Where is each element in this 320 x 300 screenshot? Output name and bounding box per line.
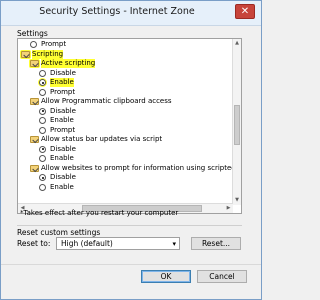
radio-unchecked-icon[interactable] xyxy=(39,88,46,96)
radio-checked-icon[interactable] xyxy=(39,79,46,86)
close-icon: ✕ xyxy=(240,6,250,17)
tree-item-label: Disable xyxy=(50,106,76,115)
reset-group-divider xyxy=(17,225,242,226)
radio-unchecked-icon[interactable] xyxy=(39,117,46,124)
restart-note: *Takes effect after you restart your com… xyxy=(20,209,179,217)
tree-item-label: Prompt xyxy=(41,40,67,48)
scroll-up-icon[interactable]: ▲ xyxy=(233,39,241,48)
radio-checked-icon[interactable] xyxy=(39,107,46,115)
radio-unchecked-icon[interactable] xyxy=(30,41,37,48)
tree-item-label: Scripting xyxy=(32,49,64,59)
tree-item-label: Disable xyxy=(50,173,76,181)
settings-folder-icon xyxy=(21,50,30,58)
settings-folder-icon xyxy=(30,136,39,143)
cancel-button[interactable]: Cancel xyxy=(197,270,247,283)
tree-item-label: Allow status bar updates via script xyxy=(41,135,163,143)
tree-item-label: Prompt xyxy=(50,125,76,134)
settings-folder-icon xyxy=(30,98,39,105)
chevron-down-icon: ▾ xyxy=(172,240,176,248)
dialog-footer-divider xyxy=(1,264,261,265)
title-bar[interactable]: Security Settings - Internet Zone ✕ xyxy=(1,1,261,26)
radio-unchecked-icon[interactable] xyxy=(39,126,46,134)
settings-tree[interactable]: Enable Disable Allow websites to prompt fo… xyxy=(17,38,242,214)
ok-button[interactable]: OK xyxy=(141,270,191,283)
radio-unchecked-icon[interactable] xyxy=(39,155,46,162)
tree-item-label: Enable xyxy=(50,78,74,87)
tree-item-label: Allow Programmatic clipboard access xyxy=(41,97,172,105)
security-settings-dialog: Security Settings - Internet Zone ✕ Sett… xyxy=(0,0,262,300)
settings-folder-icon xyxy=(30,164,39,172)
reset-group-title: Reset custom settings xyxy=(17,228,101,237)
tree-item-label: Enable xyxy=(50,154,74,162)
reset-level-select[interactable]: High (default) ▾ xyxy=(56,237,180,250)
settings-label: Settings xyxy=(17,29,48,38)
tree-item-label: Disable xyxy=(50,144,76,153)
tree-item-label: Active scripting xyxy=(41,59,96,68)
scroll-down-icon[interactable]: ▼ xyxy=(233,196,241,205)
tree-item-label: Disable xyxy=(50,68,76,77)
vertical-scrollbar[interactable]: ▲ ▼ xyxy=(232,39,241,205)
tree-item-label: Enable xyxy=(50,182,74,191)
reset-button[interactable]: Reset... xyxy=(191,237,241,250)
reset-to-label: Reset to: xyxy=(17,239,51,248)
radio-unchecked-icon[interactable] xyxy=(39,69,46,77)
settings-folder-icon xyxy=(30,60,39,67)
radio-unchecked-icon[interactable] xyxy=(39,183,46,191)
vertical-scroll-thumb[interactable] xyxy=(234,105,240,145)
reset-level-value: High (default) xyxy=(61,239,113,248)
scroll-right-icon[interactable]: ▶ xyxy=(224,204,233,213)
close-button[interactable]: ✕ xyxy=(235,4,255,19)
radio-checked-icon[interactable] xyxy=(39,174,46,181)
tree-item-label: Prompt xyxy=(50,87,76,96)
radio-checked-icon[interactable] xyxy=(39,145,46,153)
tree-item-label: Allow websites to prompt for information… xyxy=(41,163,242,172)
window-title: Security Settings - Internet Zone xyxy=(39,6,195,17)
tree-item-label: Enable xyxy=(50,116,74,124)
